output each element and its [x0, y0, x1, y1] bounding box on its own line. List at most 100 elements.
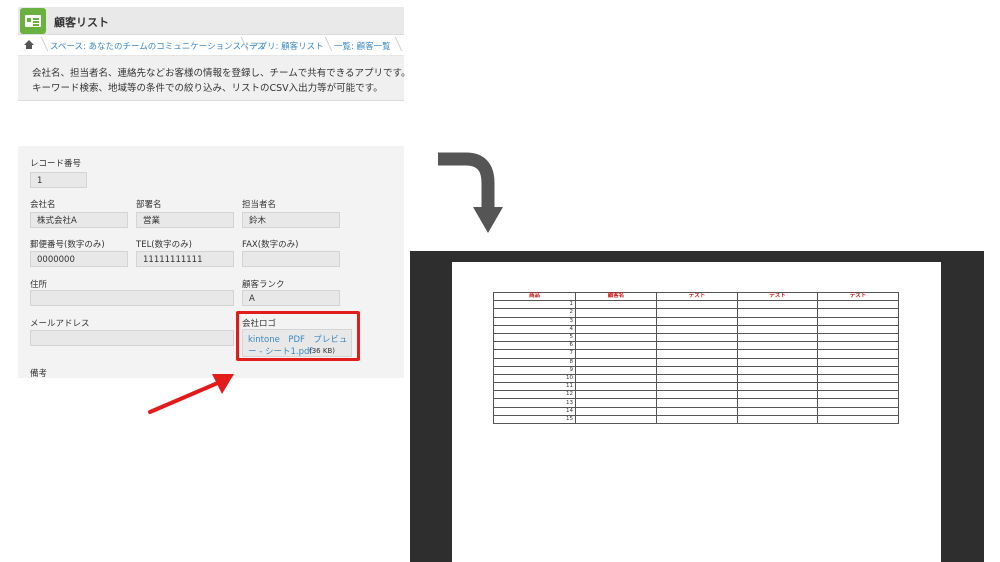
pdf-table-row: 12	[493, 390, 899, 400]
person-field: 鈴木	[242, 212, 340, 228]
file-size: (36 KB)	[309, 347, 335, 355]
pdf-cell	[575, 373, 657, 384]
pdf-cell	[656, 414, 738, 425]
file-link-line2[interactable]: ー - シート1.pdf	[248, 345, 312, 357]
pdf-cell	[656, 357, 738, 367]
pdf-cell	[575, 382, 657, 392]
pdf-cell	[656, 308, 738, 318]
pdf-row-number: 8	[493, 357, 576, 367]
pdf-cell	[656, 382, 738, 392]
pdf-row-number: 1	[493, 300, 576, 310]
pdf-cell	[656, 332, 738, 343]
description-line: 会社名、担当者名、連絡先などお客様の情報を登録し、チームで共有できるアプリです。	[32, 68, 411, 79]
pdf-cell	[817, 382, 899, 392]
pdf-cell	[575, 316, 657, 326]
person-label: 担当者名	[242, 200, 277, 210]
breadcrumb-view[interactable]: 一覧: 顧客一覧	[334, 40, 391, 52]
postal-field: 0000000	[30, 251, 128, 267]
email-field	[30, 330, 234, 346]
pdf-cell	[817, 332, 899, 343]
breadcrumb-app[interactable]: アプリ: 顧客リスト	[250, 40, 324, 52]
department-field: 営業	[136, 212, 234, 228]
fax-field	[242, 251, 340, 267]
pdf-cell	[817, 308, 899, 318]
pdf-cell	[817, 300, 899, 310]
pdf-row-number: 13	[493, 398, 576, 408]
pdf-header-cell: テスト	[737, 291, 818, 302]
pdf-cell	[817, 349, 899, 359]
pdf-row-number: 3	[493, 316, 576, 326]
red-arrow-icon	[148, 374, 234, 414]
fax-label: FAX(数字のみ)	[242, 240, 299, 250]
pdf-header-cell: 顧客名	[575, 291, 657, 302]
pdf-cell	[656, 365, 738, 375]
app-icon	[20, 8, 46, 34]
pdf-cell	[737, 357, 818, 367]
pdf-cell	[656, 324, 738, 334]
pdf-header-cell: 商品	[493, 291, 576, 302]
address-label: 住所	[30, 280, 48, 290]
file-link[interactable]: kintone PDF プレビュ	[248, 333, 347, 345]
pdf-cell	[656, 341, 738, 351]
pdf-table-row: 7	[493, 349, 899, 359]
rank-label: 顧客ランク	[242, 280, 285, 290]
app-description: 会社名、担当者名、連絡先などお客様の情報を登録し、チームで共有できるアプリです。…	[18, 56, 411, 101]
pdf-cell	[737, 341, 818, 351]
pdf-cell	[575, 406, 657, 416]
company-field: 株式会社A	[30, 212, 128, 228]
pdf-table-row: 10	[493, 373, 899, 384]
pdf-cell	[575, 332, 657, 343]
breadcrumb-space[interactable]: スペース: あなたのチームのコミュニケーションスペース	[50, 40, 265, 52]
pdf-cell	[737, 332, 818, 343]
pdf-cell	[737, 316, 818, 326]
pdf-table-row: 9	[493, 365, 899, 375]
pdf-row-number: 14	[493, 406, 576, 416]
email-label: メールアドレス	[30, 319, 90, 329]
rank-field: A	[242, 290, 340, 306]
pdf-cell	[575, 357, 657, 367]
pdf-cell	[575, 324, 657, 334]
pdf-table-row: 4	[493, 324, 899, 334]
pdf-cell	[656, 373, 738, 384]
pdf-cell	[737, 324, 818, 334]
pdf-cell	[737, 398, 818, 408]
pdf-row-number: 7	[493, 349, 576, 359]
pdf-cell	[656, 398, 738, 408]
pdf-cell	[656, 316, 738, 326]
pdf-cell	[817, 357, 899, 367]
postal-label: 郵便番号(数字のみ)	[30, 240, 105, 250]
pdf-cell	[817, 324, 899, 334]
pdf-row-number: 5	[493, 332, 576, 343]
pdf-cell	[817, 365, 899, 375]
description-line: キーワード検索、地域等の条件での絞り込み、リストのCSV入出力等が可能です。	[32, 83, 383, 94]
logo-label: 会社ロゴ	[242, 319, 277, 329]
pdf-cell	[737, 414, 818, 425]
record-number-label: レコード番号	[30, 159, 82, 169]
pdf-row-number: 12	[493, 390, 576, 400]
pdf-table-row: 1	[493, 300, 899, 310]
pdf-cell	[575, 398, 657, 408]
pdf-header-cell: テスト	[656, 291, 738, 302]
pdf-row-number: 11	[493, 382, 576, 392]
company-label: 会社名	[30, 200, 56, 210]
record-number-field: 1	[30, 172, 87, 188]
pdf-cell	[656, 390, 738, 400]
pdf-cell	[737, 349, 818, 359]
pdf-cell	[737, 373, 818, 384]
pdf-header-cell: テスト	[817, 291, 899, 302]
pdf-row-number: 10	[493, 373, 576, 384]
pdf-table-row: 11	[493, 382, 899, 392]
pdf-row-number: 15	[493, 414, 576, 425]
pdf-cell	[737, 308, 818, 318]
pdf-cell	[737, 390, 818, 400]
pdf-row-number: 9	[493, 365, 576, 375]
pdf-cell	[817, 373, 899, 384]
pdf-cell	[737, 365, 818, 375]
pdf-cell	[817, 406, 899, 416]
pdf-cell	[656, 406, 738, 416]
pdf-cell	[737, 406, 818, 416]
home-icon[interactable]	[24, 40, 34, 49]
pdf-table-row: 3	[493, 316, 899, 326]
department-label: 部署名	[136, 200, 162, 210]
pdf-cell	[656, 300, 738, 310]
